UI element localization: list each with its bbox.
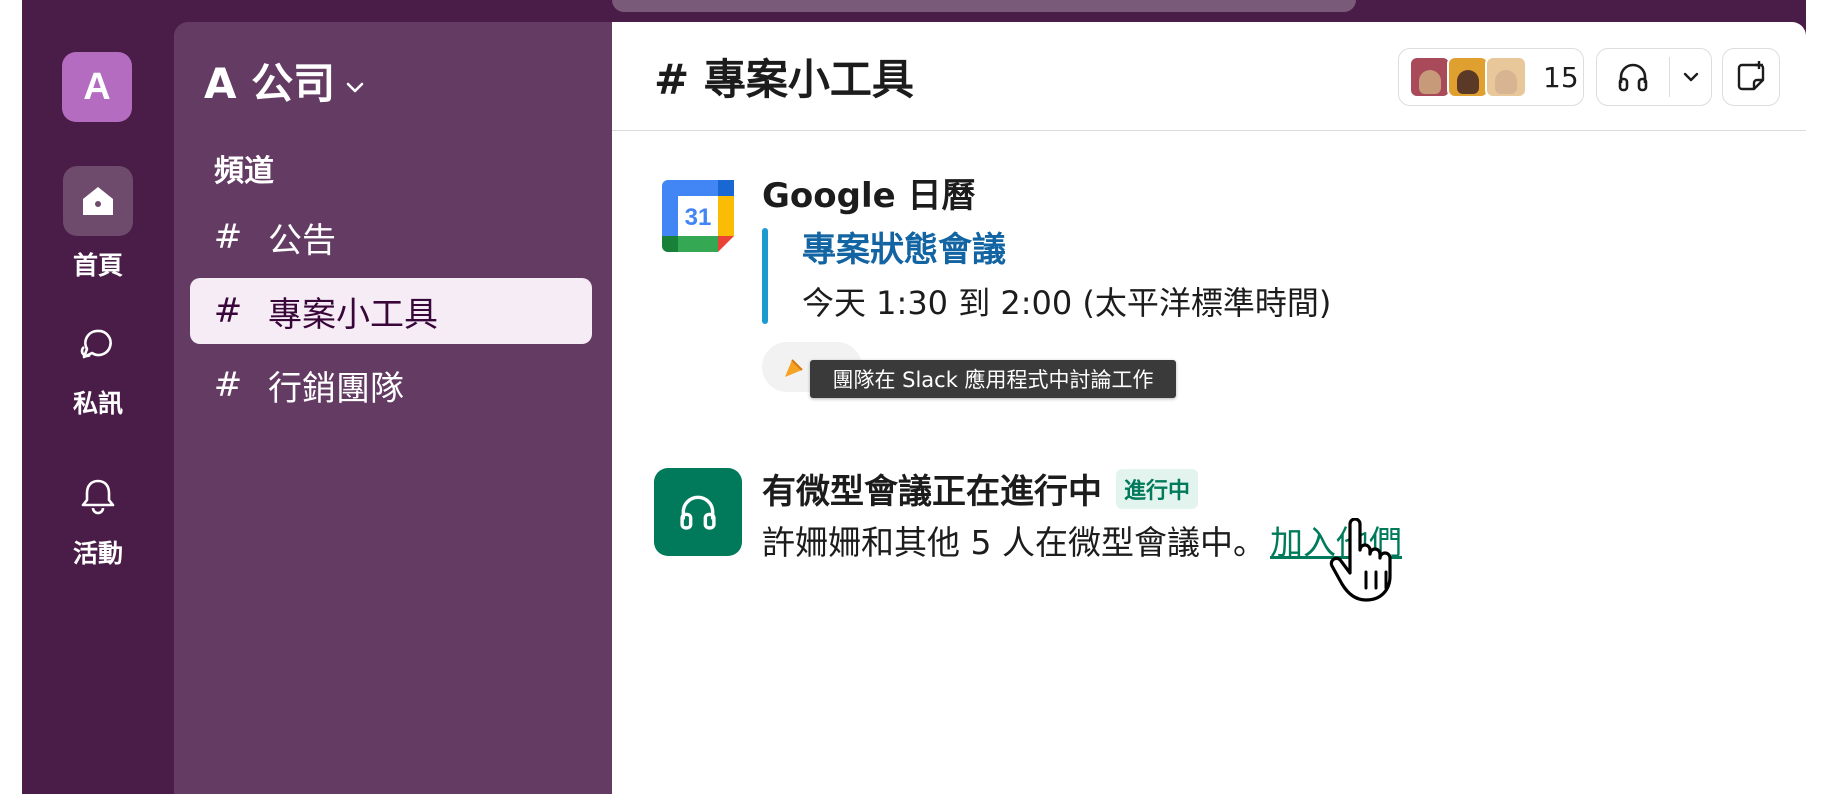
avatar <box>1409 56 1451 98</box>
party-popper-icon <box>782 354 808 384</box>
chevron-down-icon[interactable] <box>1670 71 1711 83</box>
bell-icon <box>63 466 133 524</box>
message-sender[interactable]: Google 日曆 <box>762 168 976 217</box>
members-button[interactable]: 15 <box>1398 48 1584 106</box>
channel-hash-icon: # <box>213 217 243 257</box>
channel-view: # 專案小工具 15 31 Google 日曆 專案狀態會議 今天 1:30 到… <box>612 22 1806 794</box>
home-icon <box>63 166 133 236</box>
rail-label-activity: 活動 <box>72 539 123 568</box>
headphones-icon[interactable] <box>1597 57 1670 97</box>
channel-title[interactable]: # 專案小工具 <box>654 46 914 107</box>
channel-name: 專案小工具 <box>268 294 438 335</box>
calendar-day: 31 <box>685 204 712 231</box>
chevron-down-icon <box>345 56 365 105</box>
attachment-bar <box>762 228 768 324</box>
tooltip: 團隊在 Slack 應用程式中討論工作 <box>810 360 1176 398</box>
channel-name: 公告 <box>268 220 336 261</box>
rail-label-dms: 私訊 <box>72 389 123 418</box>
huddle-button[interactable] <box>1596 48 1712 106</box>
avatar <box>1485 56 1527 98</box>
rail-label-home: 首頁 <box>72 251 123 280</box>
workspace-avatar[interactable]: A <box>62 52 132 122</box>
search-bar[interactable] <box>612 0 1356 12</box>
workspace-name: A 公司 <box>204 59 336 108</box>
event-title-link[interactable]: 專案狀態會議 <box>802 222 1006 271</box>
huddle-title: 有微型會議正在進行中 <box>762 472 1102 512</box>
huddle-avatar[interactable] <box>654 468 742 556</box>
google-calendar-icon[interactable]: 31 <box>662 180 734 252</box>
canvas-icon[interactable] <box>1722 48 1780 106</box>
rail-item-activity[interactable]: 活動 <box>22 466 174 570</box>
member-count: 15 <box>1543 60 1579 94</box>
sidebar-item-announcements[interactable]: # 公告 <box>190 204 592 270</box>
channel-hash-icon: # <box>213 291 243 331</box>
huddle-description: 許姍姍和其他 5 人在微型會議中。 加入他們 <box>762 516 1402 564</box>
event-time: 今天 1:30 到 2:00 (太平洋標準時間) <box>802 284 1332 322</box>
workspace-rail: A 首頁 私訊 活動 <box>22 0 174 794</box>
channel-name: 行銷團隊 <box>268 368 404 409</box>
huddle-title-row: 有微型會議正在進行中 進行中 <box>762 464 1199 513</box>
headphones-icon <box>680 495 716 530</box>
channel-hash-icon: # <box>213 365 243 405</box>
dm-bubble-icon <box>63 316 133 374</box>
status-badge: 進行中 <box>1116 468 1199 509</box>
workspace-switcher[interactable]: A 公司 <box>204 50 365 111</box>
avatar <box>1447 56 1489 98</box>
member-avatars <box>1409 56 1527 98</box>
rail-item-home[interactable]: 首頁 <box>22 166 174 282</box>
rail-item-dms[interactable]: 私訊 <box>22 316 174 420</box>
channels-section-title[interactable]: 頻道 <box>214 146 274 190</box>
sidebar-item-project-gadgets[interactable]: # 專案小工具 <box>190 278 592 344</box>
sidebar-item-marketing-team[interactable]: # 行銷團隊 <box>190 352 592 418</box>
channel-sidebar: A 公司 頻道 # 公告 # 專案小工具 # 行銷團隊 <box>174 22 612 794</box>
huddle-participants-text: 許姍姍和其他 5 人在微型會議中。 <box>762 523 1266 562</box>
channel-header: # 專案小工具 15 <box>612 22 1806 131</box>
hand-pointer-icon <box>1328 517 1400 608</box>
